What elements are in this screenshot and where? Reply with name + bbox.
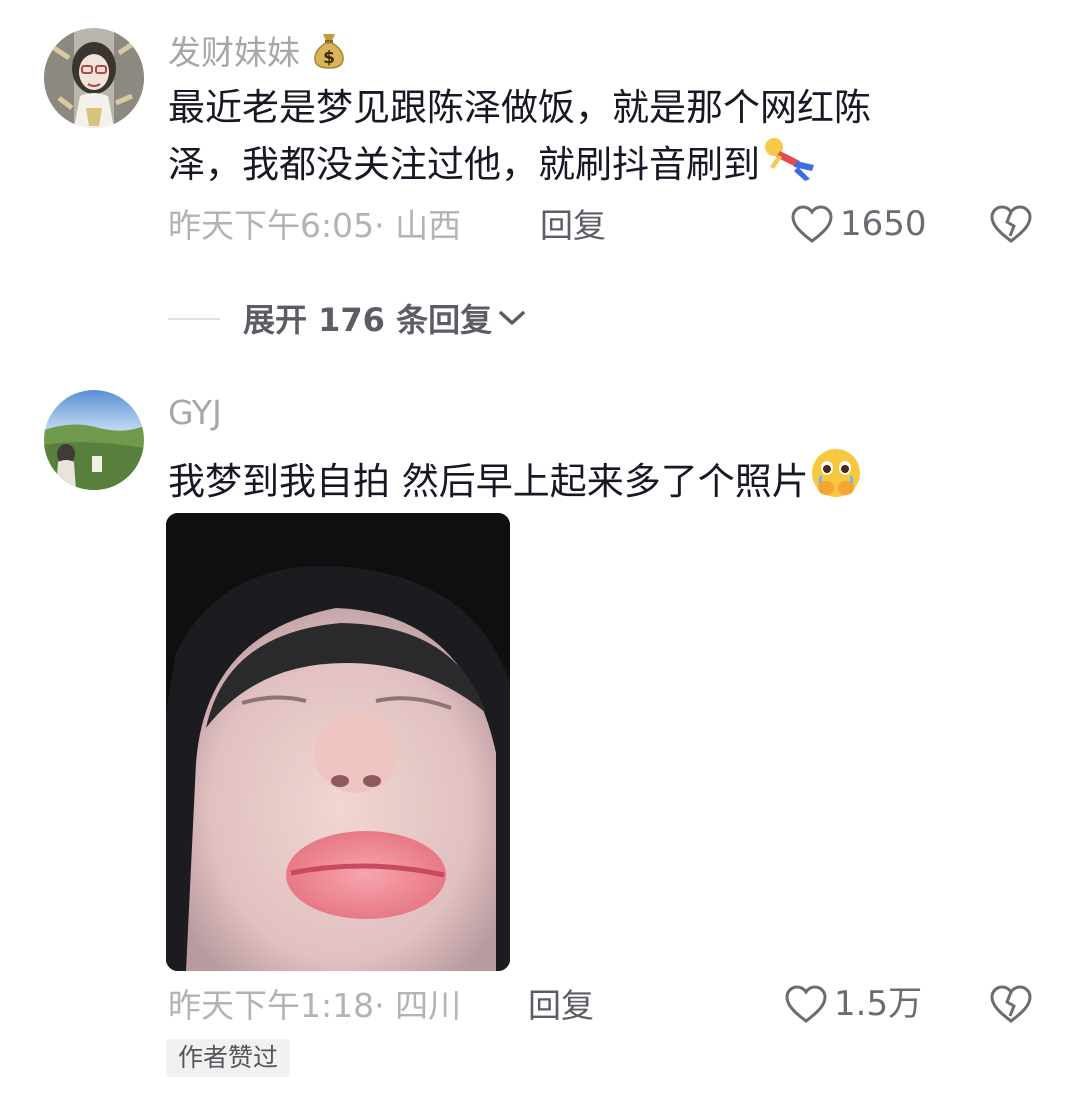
heart-icon [784, 984, 828, 1024]
comment-line-text: 我梦到我自拍 然后早上起来多了个照片 [168, 460, 809, 503]
avatar[interactable] [44, 390, 144, 490]
reply-button[interactable]: 回复 [540, 206, 606, 246]
username-text: 发财妹妹 [168, 33, 300, 72]
comment-photo[interactable] [166, 513, 510, 971]
pleading-face-emoji [809, 446, 863, 515]
comment-text: 最近老是梦见跟陈泽做饭，就是那个网红陈 泽，我都没关注过他，就刷抖音刷到 [168, 80, 871, 198]
comment-time-location: 昨天下午1:18· 四川 [168, 986, 462, 1025]
comment-line: 泽，我都没关注过他，就刷抖音刷到 [168, 135, 871, 198]
reply-button[interactable]: 回复 [528, 986, 594, 1026]
broken-heart-icon [989, 205, 1033, 248]
comment-line-text: 泽，我都没关注过他，就刷抖音刷到 [168, 143, 760, 186]
comment-time-location: 昨天下午6:05· 山西 [168, 206, 462, 245]
comment-line: 最近老是梦见跟陈泽做饭，就是那个网红陈 [168, 86, 871, 129]
avatar[interactable] [44, 28, 144, 128]
expand-replies-button[interactable]: 展开 176 条回复 [243, 300, 526, 340]
like-button[interactable]: 1650 [790, 204, 927, 244]
chevron-down-icon [498, 308, 526, 332]
dislike-button[interactable] [989, 204, 1033, 248]
heart-icon [790, 204, 834, 244]
username[interactable]: GYJ [168, 393, 222, 433]
fallen-person-emoji [760, 135, 818, 198]
dislike-button[interactable] [989, 984, 1033, 1028]
like-button[interactable]: 1.5万 [784, 984, 922, 1024]
like-count: 1650 [840, 204, 927, 244]
money-bag-icon: $ [311, 30, 347, 79]
expand-divider [168, 318, 220, 320]
svg-text:$: $ [323, 48, 335, 68]
username[interactable]: 发财妹妹 $ [168, 30, 347, 79]
author-liked-badge: 作者赞过 [166, 1039, 291, 1077]
like-count: 1.5万 [834, 984, 923, 1024]
comment-text: 我梦到我自拍 然后早上起来多了个照片 [168, 446, 863, 515]
broken-heart-icon [989, 985, 1033, 1028]
expand-replies-label: 展开 176 条回复 [243, 301, 493, 339]
